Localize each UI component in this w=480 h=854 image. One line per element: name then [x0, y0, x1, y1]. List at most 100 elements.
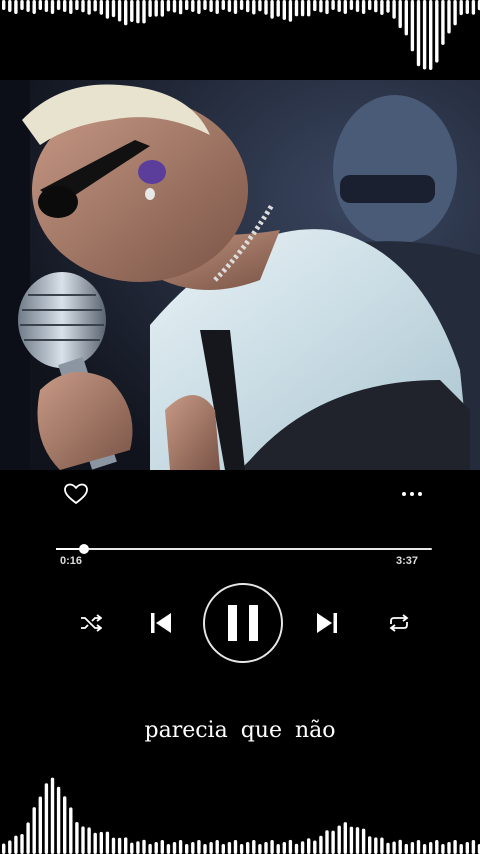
- visualizer-bar: [50, 777, 55, 854]
- visualizer-bar: [282, 0, 286, 20]
- visualizer-bar: [130, 0, 134, 22]
- visualizer-bar: [130, 842, 134, 854]
- visualizer-bar: [294, 843, 299, 854]
- visualizer-bar: [398, 0, 402, 29]
- heart-icon: [64, 483, 88, 504]
- track-duration: 3:37: [396, 555, 419, 567]
- like-button[interactable]: [60, 480, 92, 508]
- visualizer-bar: [453, 840, 457, 854]
- visualizer-bar: [142, 839, 146, 854]
- visualizer-bar: [75, 0, 79, 11]
- visualizer-bar: [465, 842, 469, 854]
- visualizer-bar: [233, 840, 238, 854]
- visualizer-bar: [142, 0, 146, 24]
- visualizer-bar: [26, 822, 30, 854]
- visualizer-bar: [300, 841, 305, 854]
- visualizer-bar: [374, 837, 378, 854]
- visualizer-bar: [93, 0, 97, 12]
- visualizer-bar: [32, 0, 36, 14]
- visualizer-bar: [380, 837, 384, 854]
- progress-slider[interactable]: [56, 544, 432, 554]
- visualizer-bar: [111, 0, 116, 18]
- more-icon: [402, 492, 422, 496]
- visualizer-bar: [270, 0, 274, 19]
- visualizer-bar: [471, 0, 476, 15]
- visualizer-bar: [136, 0, 140, 24]
- visualizer-bar: [197, 840, 201, 854]
- visualizer-bar: [380, 0, 384, 15]
- visualizer-bar: [422, 844, 427, 854]
- visualizer-bar: [81, 0, 85, 13]
- visualizer-bar: [246, 0, 250, 13]
- visualizer-bar: [2, 843, 6, 854]
- visualizer-bar: [361, 828, 366, 854]
- visualizer-bar: [14, 0, 18, 14]
- visualizer-bar: [416, 0, 421, 67]
- visualizer-bar: [215, 840, 219, 854]
- visualizer-bar: [160, 840, 164, 854]
- visualizer-bar: [368, 836, 372, 854]
- visualizer-bar: [416, 840, 421, 854]
- repeat-button[interactable]: [384, 611, 414, 635]
- visualizer-bar: [386, 842, 390, 854]
- visualizer-bar: [20, 0, 24, 10]
- visualizer-bar: [252, 840, 256, 854]
- visualizer-bar: [270, 840, 274, 854]
- visualizer-bar: [160, 0, 164, 17]
- audio-visualizer-bottom: [2, 777, 480, 854]
- visualizer-bar: [63, 796, 67, 854]
- visualizer-bar: [239, 844, 244, 854]
- visualizer-bar: [215, 0, 219, 14]
- shuffle-button[interactable]: [76, 611, 106, 635]
- visualizer-bar: [276, 844, 280, 854]
- shuffle-icon: [81, 614, 102, 632]
- visualizer-bar: [203, 844, 207, 854]
- visualizer-bar: [258, 844, 262, 854]
- visualizer-bar: [227, 0, 232, 12]
- visualizer-bar: [429, 842, 433, 854]
- music-video-frame: [0, 80, 480, 470]
- lyric-line: parecia que não: [144, 718, 336, 743]
- visualizer-bar: [136, 841, 140, 854]
- visualizer-bar: [404, 0, 408, 36]
- visualizer-bar: [154, 842, 158, 854]
- play-pause-button[interactable]: [203, 583, 283, 663]
- visualizer-bar: [264, 842, 268, 854]
- visualizer-bar: [325, 830, 329, 854]
- visualizer-bar: [38, 0, 42, 10]
- visualizer-bar: [221, 0, 225, 10]
- previous-track-button[interactable]: [146, 609, 176, 637]
- visualizer-bar: [398, 839, 402, 854]
- visualizer-bar: [166, 0, 171, 12]
- visualizer-bar: [368, 0, 372, 11]
- visualizer-bar: [343, 822, 347, 854]
- visualizer-bar: [111, 837, 116, 854]
- visualizer-bar: [331, 0, 335, 10]
- more-options-button[interactable]: [396, 482, 428, 506]
- audio-visualizer-top: [2, 0, 480, 70]
- next-track-button[interactable]: [312, 609, 342, 637]
- visualizer-bar: [148, 0, 152, 17]
- visualizer-bar: [233, 0, 238, 14]
- visualizer-bar: [87, 827, 91, 854]
- visualizer-bar: [221, 844, 225, 854]
- visualizer-bar: [361, 0, 366, 14]
- visualizer-bar: [56, 786, 61, 854]
- visualizer-bar: [26, 0, 30, 12]
- visualizer-bar: [203, 0, 207, 10]
- player-controls: 0:16 3:37: [0, 470, 480, 668]
- visualizer-bar: [32, 807, 36, 854]
- visualizer-bar: [343, 0, 347, 14]
- visualizer-bar: [246, 842, 250, 854]
- visualizer-bar: [453, 0, 457, 26]
- visualizer-bar: [69, 807, 73, 854]
- visualizer-bar: [319, 0, 323, 13]
- visualizer-bar: [307, 838, 311, 854]
- visualizer-bar: [435, 840, 439, 854]
- visualizer-bar: [349, 826, 354, 854]
- visualizer-bar: [307, 0, 311, 17]
- progress-knob[interactable]: [78, 544, 89, 554]
- visualizer-bar: [288, 839, 293, 854]
- skip-previous-icon: [151, 613, 171, 633]
- visualizer-bar: [93, 832, 97, 854]
